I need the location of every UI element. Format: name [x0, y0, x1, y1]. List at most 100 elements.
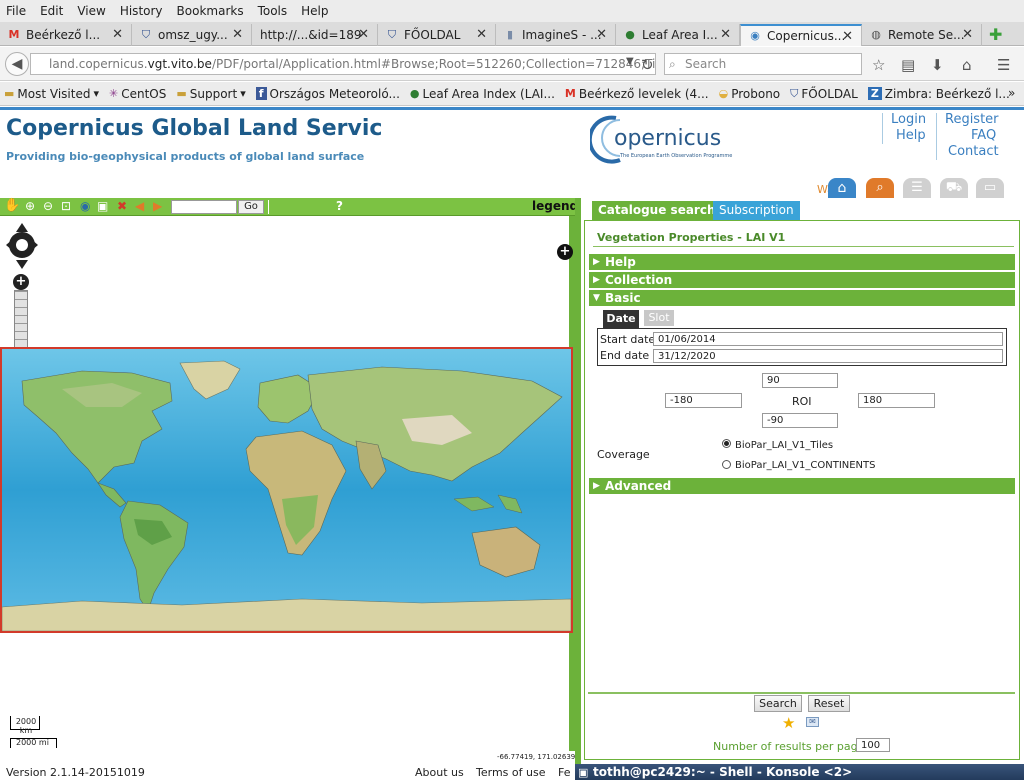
- zoom-in-icon[interactable]: ⊕: [25, 199, 35, 213]
- tab-subscription[interactable]: Subscription: [713, 201, 800, 220]
- help-link[interactable]: Help: [896, 128, 926, 143]
- roi-south-field[interactable]: -90: [762, 413, 838, 428]
- browser-tab[interactable]: ◍ Remote Se... ✕: [862, 24, 982, 46]
- panel-splitter[interactable]: [575, 198, 581, 764]
- zoom-in-button[interactable]: +: [13, 274, 29, 290]
- star-icon[interactable]: ☆: [872, 56, 885, 74]
- bookmark-item[interactable]: Z Zimbra: Beérkező l...: [867, 87, 1010, 101]
- login-link[interactable]: Login: [891, 112, 926, 127]
- footer-partial-link[interactable]: Fe: [558, 766, 571, 779]
- faq-link[interactable]: FAQ: [971, 128, 996, 143]
- list-nav-icon[interactable]: ☰: [903, 178, 931, 198]
- bookmark-item[interactable]: f Országos Meteoroló...: [255, 87, 400, 101]
- reload-icon[interactable]: ↻: [641, 56, 654, 74]
- section-help[interactable]: ▶ Help: [589, 254, 1015, 270]
- globe-extent-icon[interactable]: ◉: [80, 199, 90, 213]
- coverage-radio-continents[interactable]: [722, 460, 731, 469]
- go-button[interactable]: Go: [238, 200, 264, 214]
- tab-title: Beérkező l...: [26, 28, 101, 42]
- close-icon[interactable]: ✕: [476, 27, 487, 42]
- bookmark-item[interactable]: ▬ Support ▾: [176, 87, 245, 101]
- menu-view[interactable]: View: [77, 4, 105, 18]
- history-forward-icon[interactable]: ▶: [153, 199, 162, 213]
- close-icon[interactable]: ✕: [358, 27, 369, 42]
- new-tab-icon[interactable]: ✚: [989, 25, 1002, 44]
- legend-toggle[interactable]: legend: [532, 199, 578, 213]
- tab-slot[interactable]: Slot: [644, 310, 674, 326]
- close-icon[interactable]: ✕: [112, 27, 123, 42]
- bookmark-item[interactable]: ✳ CentOS: [109, 87, 166, 101]
- search-input[interactable]: ⌕ Search: [664, 53, 862, 75]
- menu-help[interactable]: Help: [301, 4, 328, 18]
- section-advanced[interactable]: ▶ Advanced: [589, 478, 1015, 494]
- browser-tab[interactable]: ⛉ omsz_ugy... ✕: [132, 24, 252, 46]
- browser-tab[interactable]: M Beérkező l... ✕: [0, 24, 132, 46]
- hamburger-menu-icon[interactable]: ☰: [997, 56, 1010, 74]
- expand-panel-icon[interactable]: +: [557, 244, 573, 260]
- dropdown-icon[interactable]: ▼: [626, 56, 634, 67]
- menu-history[interactable]: History: [120, 4, 163, 18]
- home-icon[interactable]: ⌂: [962, 56, 972, 74]
- url-bar[interactable]: land.copernicus.vgt.vito.be/PDF/portal/A…: [30, 53, 656, 75]
- bookmark-item[interactable]: ▬ Most Visited ▾: [4, 87, 99, 101]
- download-icon[interactable]: ⬇: [931, 56, 944, 74]
- menu-edit[interactable]: Edit: [40, 4, 63, 18]
- browser-tab[interactable]: ▮ ImagineS - ... ✕: [496, 24, 616, 46]
- register-link[interactable]: Register: [945, 112, 999, 127]
- konsole-taskbar-item[interactable]: ▣ tothh@pc2429:~ - Shell - Konsole <2>: [575, 764, 1024, 780]
- bookmark-item[interactable]: M Beérkező levelek (4...: [565, 87, 709, 101]
- section-collection[interactable]: ▶ Collection: [589, 272, 1015, 288]
- close-icon[interactable]: ✕: [842, 29, 853, 44]
- browser-tab[interactable]: http://...&id=189 ✕: [252, 24, 378, 46]
- bookmark-item[interactable]: ● Leaf Area Index (LAI...: [410, 87, 555, 101]
- map-help-icon[interactable]: ?: [336, 199, 343, 213]
- zoom-box-icon[interactable]: ⊡: [61, 199, 71, 213]
- browser-tab[interactable]: ● Leaf Area I... ✕: [616, 24, 740, 46]
- section-basic[interactable]: ▼ Basic: [589, 290, 1015, 306]
- scale-km-label: 2000 km: [15, 717, 37, 735]
- close-icon[interactable]: ✕: [232, 27, 243, 42]
- pan-control-icon[interactable]: [6, 223, 38, 269]
- bookmark-item[interactable]: ⛉ FŐOLDAL: [790, 87, 858, 101]
- home-nav-icon[interactable]: ⌂: [828, 178, 856, 198]
- back-button[interactable]: ◀: [5, 52, 29, 76]
- roi-north-field[interactable]: 90: [762, 373, 838, 388]
- overflow-chevron-icon[interactable]: »: [1008, 86, 1015, 100]
- start-date-field[interactable]: 01/06/2014: [653, 332, 1003, 346]
- close-icon[interactable]: ✕: [720, 27, 731, 42]
- terms-link[interactable]: Terms of use: [476, 766, 545, 779]
- archive-nav-icon[interactable]: ▭: [976, 178, 1004, 198]
- search-nav-icon[interactable]: ⌕: [866, 178, 894, 198]
- browser-tab[interactable]: ⛉ FŐOLDAL ✕: [378, 24, 496, 46]
- menu-tools[interactable]: Tools: [258, 4, 288, 18]
- zoom-out-icon[interactable]: ⊖: [43, 199, 53, 213]
- bookmark-item[interactable]: ◒ Probono: [719, 87, 781, 101]
- pan-hand-icon[interactable]: ✋: [4, 198, 20, 213]
- end-date-field[interactable]: 31/12/2020: [653, 349, 1003, 363]
- search-button[interactable]: Search: [754, 695, 802, 712]
- history-back-icon[interactable]: ◀: [135, 199, 144, 213]
- contact-link[interactable]: Contact: [948, 144, 999, 159]
- close-icon[interactable]: ✕: [596, 27, 607, 42]
- location-search-input[interactable]: [171, 200, 237, 214]
- reset-button[interactable]: Reset: [808, 695, 850, 712]
- menu-bookmarks[interactable]: Bookmarks: [177, 4, 244, 18]
- clipboard-icon[interactable]: ▤: [901, 56, 915, 74]
- mail-icon[interactable]: ✉: [806, 717, 819, 727]
- tab-catalogue-search[interactable]: Catalogue search: [592, 201, 722, 220]
- roi-west-field[interactable]: -180: [665, 393, 742, 408]
- cart-nav-icon[interactable]: ⛟: [940, 178, 968, 198]
- roi-east-field[interactable]: 180: [858, 393, 935, 408]
- coverage-radio-tiles[interactable]: [722, 439, 731, 448]
- zimbra-icon: Z: [867, 87, 882, 100]
- favorite-star-icon[interactable]: ★: [782, 714, 795, 732]
- browser-tab-active[interactable]: ◉ Copernicus... ✕: [740, 24, 862, 46]
- tab-date[interactable]: Date: [603, 310, 639, 328]
- copernicus-logo[interactable]: opernicus The European Earth Observation…: [587, 112, 740, 164]
- clear-icon[interactable]: ✖: [117, 199, 127, 213]
- results-per-page-field[interactable]: 100: [856, 738, 890, 752]
- draw-box-icon[interactable]: ▣: [97, 199, 108, 213]
- menu-file[interactable]: File: [6, 4, 26, 18]
- about-link[interactable]: About us: [415, 766, 464, 779]
- close-icon[interactable]: ✕: [962, 27, 973, 42]
